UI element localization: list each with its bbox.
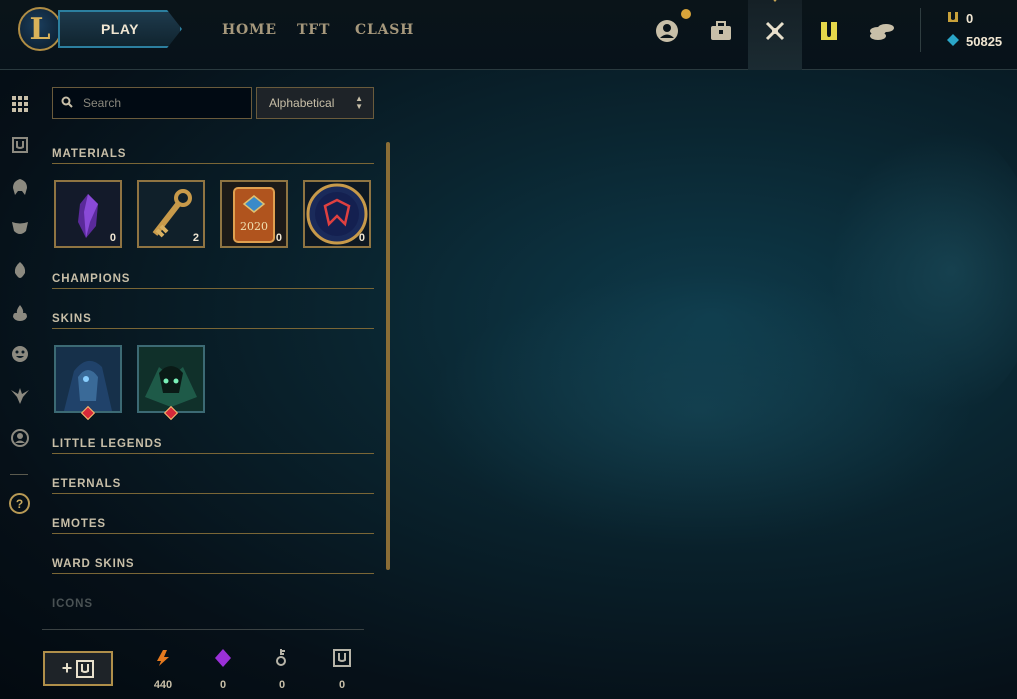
craft-key-button[interactable]: + <box>43 651 113 686</box>
key-fragment-counter: 0 <box>262 647 302 691</box>
chests-icon[interactable] <box>10 135 30 155</box>
skin-shard-icon <box>56 347 120 411</box>
help-button[interactable]: ? <box>9 493 30 514</box>
material-tile-capsule[interactable]: 2020 0 <box>220 180 288 248</box>
topbar-divider <box>920 8 921 52</box>
blue-essence-icon <box>946 34 960 49</box>
section-ward-skins: WARD SKINS <box>52 554 374 574</box>
champions-icon[interactable] <box>10 177 30 197</box>
active-tab-caret <box>770 0 780 2</box>
search-box[interactable] <box>52 87 252 119</box>
section-skins: SKINS <box>52 309 374 329</box>
orange-essence-icon <box>143 647 183 669</box>
profile-icon[interactable] <box>654 18 680 44</box>
orange-essence-counter: 440 <box>143 647 183 691</box>
sort-selected: Alphabetical <box>269 96 335 110</box>
chest-counter: 0 <box>322 647 362 691</box>
play-button[interactable]: PLAY <box>58 10 182 48</box>
material-tile-mythic-essence[interactable]: 0 <box>54 180 122 248</box>
nav-clash[interactable]: CLASH <box>355 22 414 38</box>
skin-tile[interactable] <box>54 345 122 413</box>
currency-icon[interactable] <box>869 18 895 44</box>
section-little-legends: LITTLE LEGENDS <box>52 434 374 454</box>
notification-dot <box>681 9 691 19</box>
skins-icon[interactable] <box>10 218 30 238</box>
search-icon <box>61 96 73 111</box>
skin-shard-icon <box>139 347 203 411</box>
emotes-icon[interactable] <box>10 344 30 364</box>
collection-icon[interactable] <box>708 18 734 44</box>
store-icon[interactable] <box>816 18 842 44</box>
sort-dropdown[interactable]: Alphabetical ▲ ▼ <box>256 87 374 119</box>
nav-tft[interactable]: TFT <box>297 22 330 38</box>
rp-balance: 0 <box>946 11 973 26</box>
key-fragment-icon <box>262 647 302 669</box>
league-logo[interactable]: L <box>18 7 62 51</box>
section-icons: ICONS <box>52 598 93 610</box>
chest-icon <box>76 659 95 678</box>
search-input[interactable] <box>83 96 233 110</box>
section-champions: CHAMPIONS <box>52 269 374 289</box>
bottom-divider <box>42 629 364 630</box>
chest-icon <box>322 647 362 669</box>
material-count: 2 <box>192 232 199 244</box>
top-navigation-bar: L PLAY HOME TFT CLASH 0 50825 <box>0 0 1017 70</box>
ward-skins-icon[interactable] <box>10 386 30 406</box>
section-eternals: ETERNALS <box>52 474 374 494</box>
section-materials: MATERIALS <box>52 144 374 164</box>
rail-separator <box>10 474 28 475</box>
nav-home[interactable]: HOME <box>222 22 277 38</box>
sort-arrows-icon: ▲ ▼ <box>355 94 363 111</box>
icons-icon[interactable] <box>10 428 30 448</box>
eternals-icon[interactable] <box>10 303 30 323</box>
loot-icon[interactable] <box>762 18 788 44</box>
little-legends-icon[interactable] <box>10 260 30 280</box>
capsule-year: 2020 <box>240 220 268 233</box>
material-count: 0 <box>275 232 282 244</box>
material-tile-worlds-orb[interactable]: 0 <box>303 180 371 248</box>
scrollbar[interactable] <box>386 142 390 570</box>
material-count: 0 <box>358 232 365 244</box>
material-tile-hextech-key[interactable]: 2 <box>137 180 205 248</box>
material-count: 0 <box>109 232 116 244</box>
orange-essence-icon <box>946 11 960 26</box>
all-items-icon[interactable] <box>10 94 30 114</box>
skin-tile[interactable] <box>137 345 205 413</box>
section-emotes: EMOTES <box>52 514 374 534</box>
mythic-essence-icon <box>203 647 243 669</box>
mythic-essence-counter: 0 <box>203 647 243 691</box>
blue-essence-balance: 50825 <box>946 34 1002 49</box>
